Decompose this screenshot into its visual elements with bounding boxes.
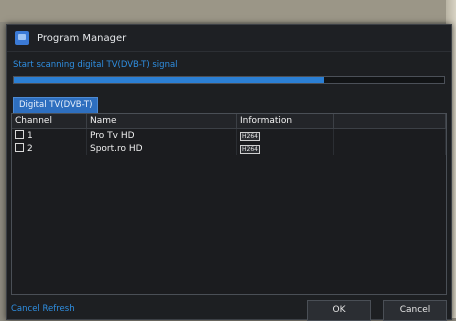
channel-name: Sport.ro HD [86, 142, 237, 155]
codec-badge: H264 [240, 131, 260, 141]
column-header-name[interactable]: Name [86, 114, 237, 129]
dialog-footer: Cancel Refresh OK Cancel [7, 300, 451, 321]
column-header-information[interactable]: Information [236, 114, 334, 129]
channel-number: 2 [27, 144, 33, 154]
channel-name: Pro Tv HD [86, 128, 237, 142]
column-header-channel[interactable]: Channel [12, 114, 87, 129]
channel-number: 1 [27, 131, 33, 141]
row-checkbox[interactable] [15, 130, 24, 139]
table-header-row: Channel Name Information [12, 114, 446, 129]
window-title: Program Manager [37, 32, 127, 44]
scan-progress-fill [14, 77, 324, 83]
codec-badge: H264 [240, 144, 260, 154]
row-checkbox[interactable] [15, 143, 24, 152]
title-bar: Program Manager [7, 25, 451, 52]
scan-progress-bar [13, 76, 445, 84]
scan-status-text: Start scanning digital TV(DVB-T) signal [13, 60, 178, 70]
tab-digital-tv-dvbt[interactable]: Digital TV(DVB-T) [13, 97, 99, 113]
column-header-blank [333, 114, 446, 129]
app-icon [15, 31, 29, 45]
table-row[interactable]: 1 Pro Tv HD H264 [12, 128, 446, 142]
table-row[interactable]: 2 Sport.ro HD H264 [12, 142, 446, 155]
background-page-top [0, 0, 456, 22]
channel-table: Channel Name Information 1 Pro Tv HD H26… [11, 113, 447, 295]
cancel-refresh-link[interactable]: Cancel Refresh [11, 304, 75, 314]
program-manager-window: Program Manager Start scanning digital T… [6, 24, 452, 321]
